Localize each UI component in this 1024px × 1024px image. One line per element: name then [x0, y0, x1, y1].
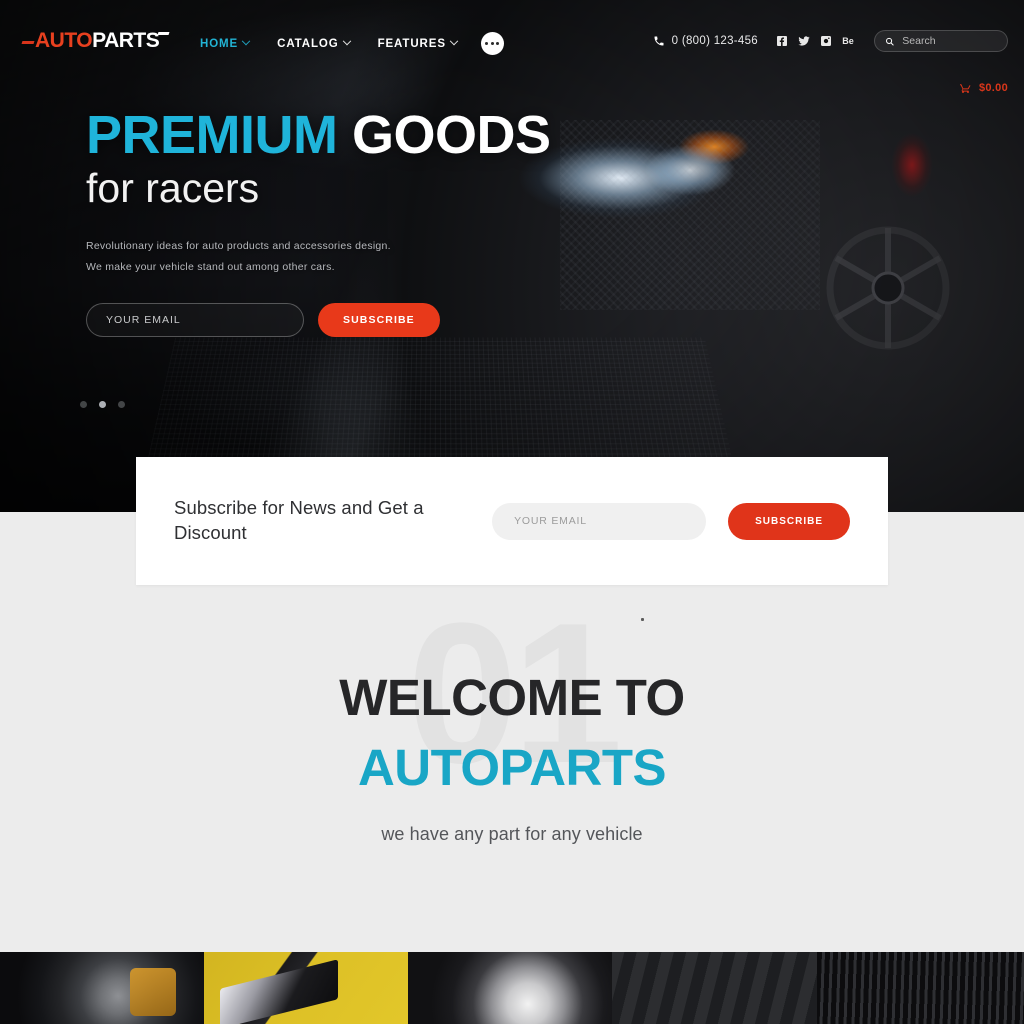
welcome-tagline: we have any part for any vehicle: [381, 824, 643, 844]
panel-subscribe-button[interactable]: SUBSCRIBE: [728, 502, 850, 540]
hero-subscribe-form: SUBSCRIBE: [86, 303, 551, 338]
cart-amount: $0.00: [978, 82, 1008, 94]
site-logo[interactable]: AUTOPARTS: [21, 29, 170, 52]
nav-item-catalog[interactable]: CATALOG: [263, 35, 363, 53]
subscribe-panel-form: SUBSCRIBE: [492, 502, 850, 540]
welcome-heading-line1: WELCOME TO: [339, 669, 685, 726]
behance-icon-label: Be: [842, 36, 854, 46]
panel-email-input[interactable]: [492, 502, 707, 540]
top-header-bar: AUTOPARTS HOME CATALOG FEATURES 0 (800) …: [0, 0, 1024, 62]
logo-text-parts: PARTS: [92, 29, 160, 52]
ellipsis-dot-1-icon: [485, 42, 489, 45]
hero-title-part2: GOODS: [352, 105, 551, 165]
search-box[interactable]: [874, 30, 1008, 52]
header-utilities: 0 (800) 123-456 Be: [653, 30, 1008, 52]
search-icon: [886, 37, 894, 45]
hero-section: PREMIUM GOODS for racers Revolutionary i…: [0, 0, 1024, 512]
welcome-heading-line2: AUTOPARTS: [357, 739, 667, 796]
tile-grille[interactable]: [817, 952, 1024, 1024]
welcome-section: 01 WELCOME TO AUTOPARTS we have any part…: [0, 586, 1024, 946]
slider-dots: [80, 401, 125, 408]
hero-title: PREMIUM GOODS: [86, 105, 551, 165]
nav-item-home-label: HOME: [200, 37, 239, 50]
hero-title-part1: PREMIUM: [86, 105, 338, 165]
logo-text-auto: AUTO: [35, 29, 93, 52]
nav-more-button[interactable]: [480, 32, 504, 55]
nav-item-features-label: FEATURES: [377, 37, 446, 50]
header-phone-number: 0 (800) 123-456: [671, 35, 758, 47]
hero-description: Revolutionary ideas for auto products an…: [86, 236, 551, 277]
chevron-down-icon: [241, 36, 251, 45]
logo-dash-left-icon: [21, 41, 35, 44]
instagram-icon[interactable]: [820, 35, 832, 47]
subscribe-panel-title: Subscribe for News and Get a Discount: [174, 497, 424, 543]
tile-headlight[interactable]: [204, 952, 408, 1024]
ellipsis-dot-3-icon: [496, 42, 500, 45]
slider-dot-1[interactable]: [80, 401, 87, 408]
section-divider-dot: [641, 618, 644, 621]
logo-dash-right-icon: [157, 32, 170, 35]
tile-tires[interactable]: [612, 952, 817, 1024]
phone-icon: [654, 36, 664, 46]
tile-exhaust[interactable]: [408, 952, 612, 1024]
behance-icon[interactable]: Be: [842, 35, 854, 47]
social-links: Be: [776, 35, 854, 47]
cart-icon: [959, 84, 971, 93]
nav-item-features[interactable]: FEATURES: [364, 35, 471, 53]
slider-dot-2[interactable]: [99, 401, 106, 408]
hero-subscribe-button[interactable]: SUBSCRIBE: [318, 303, 440, 338]
hero-description-line2: We make your vehicle stand out among oth…: [86, 260, 335, 273]
search-input[interactable]: [902, 35, 997, 47]
header-phone[interactable]: 0 (800) 123-456: [653, 35, 758, 47]
category-tile-strip: [0, 952, 1024, 1024]
nav-item-catalog-label: CATALOG: [277, 37, 339, 50]
tile-brakes[interactable]: [0, 952, 204, 1024]
cart-widget[interactable]: $0.00: [959, 82, 1008, 94]
chevron-down-icon: [449, 36, 459, 45]
hero-description-line1: Revolutionary ideas for auto products an…: [86, 240, 391, 253]
subscribe-panel: Subscribe for News and Get a Discount SU…: [136, 457, 888, 585]
hero-subtitle: for racers: [86, 165, 260, 212]
chevron-down-icon: [342, 36, 351, 45]
main-navigation: HOME CATALOG FEATURES: [186, 32, 504, 55]
page-root: PREMIUM GOODS for racers Revolutionary i…: [0, 0, 1024, 1024]
hero-email-input[interactable]: [86, 303, 304, 338]
facebook-icon[interactable]: [776, 35, 788, 47]
twitter-icon[interactable]: [798, 35, 810, 47]
hero-content: PREMIUM GOODS for racers Revolutionary i…: [86, 105, 551, 338]
ellipsis-dot-2-icon: [490, 42, 494, 45]
nav-item-home[interactable]: HOME: [186, 35, 263, 53]
slider-dot-3[interactable]: [118, 401, 125, 408]
